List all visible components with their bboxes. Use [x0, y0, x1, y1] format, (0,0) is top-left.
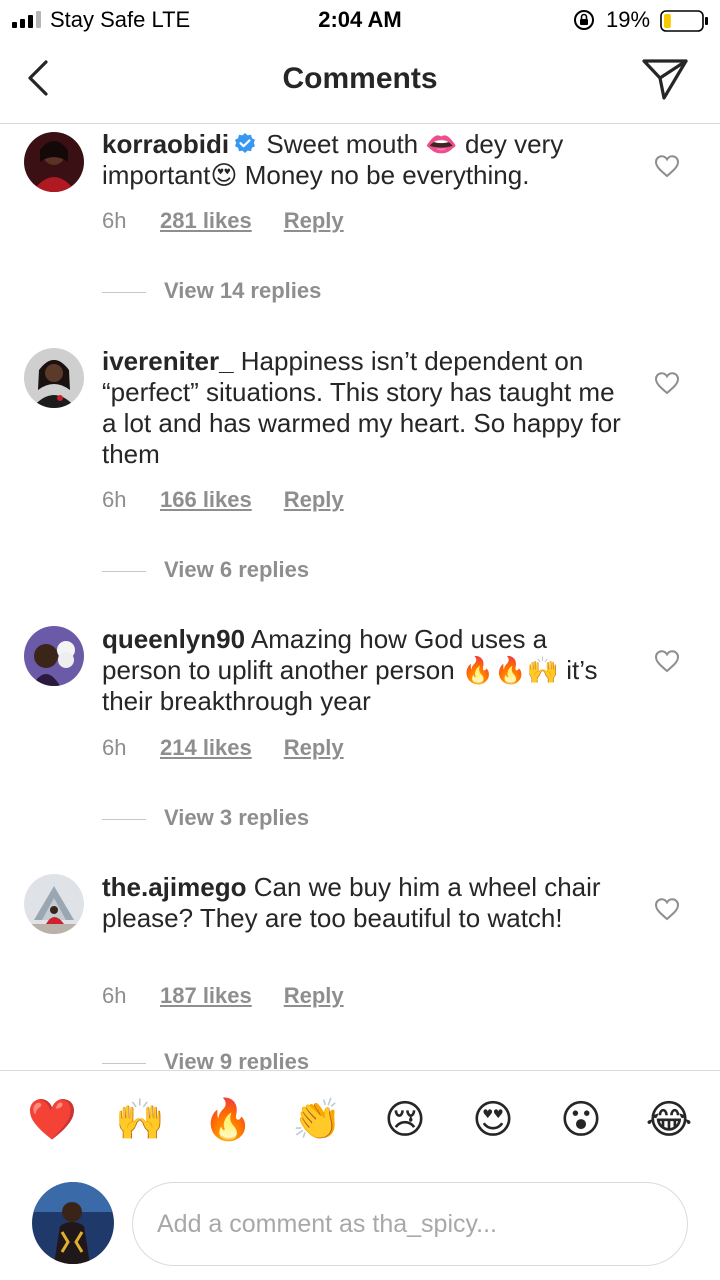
- replies-divider-line: [102, 1062, 146, 1064]
- reply-button[interactable]: Reply: [284, 983, 344, 1009]
- comment-composer: [0, 1170, 720, 1280]
- comment-meta: 6h 166 likes Reply: [102, 487, 344, 513]
- emoji-clap-button[interactable]: 👏: [292, 1095, 342, 1145]
- like-heart-icon[interactable]: [654, 154, 680, 178]
- likes-count-link[interactable]: 187 likes: [160, 983, 252, 1009]
- avatar[interactable]: [24, 348, 84, 408]
- comment-username[interactable]: korraobidi: [102, 129, 229, 159]
- emoji-quick-bar: ❤️ 🙌 🔥 👏 😢 😍 😮 😂: [0, 1070, 720, 1170]
- view-replies-button[interactable]: View 9 replies: [102, 1049, 309, 1070]
- comment-age: 6h: [102, 208, 127, 233]
- likes-count-link[interactable]: 281 likes: [160, 208, 252, 234]
- paper-plane-icon[interactable]: [640, 56, 690, 102]
- comment-input[interactable]: [132, 1182, 688, 1266]
- comment-meta: 6h 281 likes Reply: [102, 208, 344, 234]
- emoji-laughing-button[interactable]: 😂: [644, 1095, 694, 1145]
- like-heart-icon[interactable]: [654, 897, 680, 921]
- header: Comments: [0, 40, 720, 124]
- comments-list[interactable]: korraobidi Sweet mouth 👄 dey very import…: [0, 125, 720, 1070]
- view-replies-button[interactable]: View 3 replies: [102, 805, 309, 831]
- rotation-lock-icon: [574, 10, 594, 30]
- replies-divider-line: [102, 570, 146, 572]
- verified-badge-icon: [235, 133, 256, 153]
- avatar[interactable]: [24, 626, 84, 686]
- comment-username[interactable]: queenlyn90: [102, 624, 245, 654]
- likes-count-link[interactable]: 214 likes: [160, 735, 252, 761]
- view-replies-label: View 14 replies: [164, 278, 322, 303]
- page-title: Comments: [282, 62, 438, 95]
- reply-button[interactable]: Reply: [284, 208, 344, 234]
- comment-age: 6h: [102, 983, 127, 1008]
- like-heart-icon[interactable]: [654, 649, 680, 673]
- replies-divider-line: [102, 818, 146, 820]
- battery-icon: [660, 10, 708, 32]
- view-replies-button[interactable]: View 6 replies: [102, 557, 309, 583]
- comment-age: 6h: [102, 735, 127, 760]
- emoji-surprised-button[interactable]: 😮: [556, 1095, 606, 1145]
- avatar[interactable]: [24, 132, 84, 192]
- likes-count-link[interactable]: 166 likes: [160, 487, 252, 513]
- current-user-avatar: [32, 1182, 114, 1264]
- view-replies-label: View 3 replies: [164, 805, 310, 830]
- replies-divider-line: [102, 291, 146, 293]
- comment-meta: 6h 214 likes Reply: [102, 735, 344, 761]
- emoji-crying-button[interactable]: 😢: [380, 1095, 430, 1145]
- avatar[interactable]: [24, 874, 84, 934]
- battery-percentage: 19%: [606, 7, 651, 32]
- comment-age: 6h: [102, 487, 127, 512]
- emoji-fire-button[interactable]: 🔥: [203, 1095, 253, 1145]
- emoji-raised-hands-button[interactable]: 🙌: [115, 1095, 165, 1145]
- view-replies-button[interactable]: View 14 replies: [102, 278, 321, 304]
- comment-meta: 6h 187 likes Reply: [102, 983, 344, 1009]
- like-heart-icon[interactable]: [654, 371, 680, 395]
- comment-username[interactable]: ivereniter_: [102, 346, 234, 376]
- view-replies-label: View 9 replies: [164, 1049, 310, 1070]
- comment-username[interactable]: the.ajimego: [102, 872, 246, 902]
- emoji-heart-eyes-button[interactable]: 😍: [468, 1095, 518, 1145]
- status-bar: Stay Safe LTE 2:04 AM 19%: [0, 0, 720, 40]
- emoji-heart-button[interactable]: ❤️: [27, 1095, 77, 1145]
- reply-button[interactable]: Reply: [284, 735, 344, 761]
- reply-button[interactable]: Reply: [284, 487, 344, 513]
- view-replies-label: View 6 replies: [164, 557, 310, 582]
